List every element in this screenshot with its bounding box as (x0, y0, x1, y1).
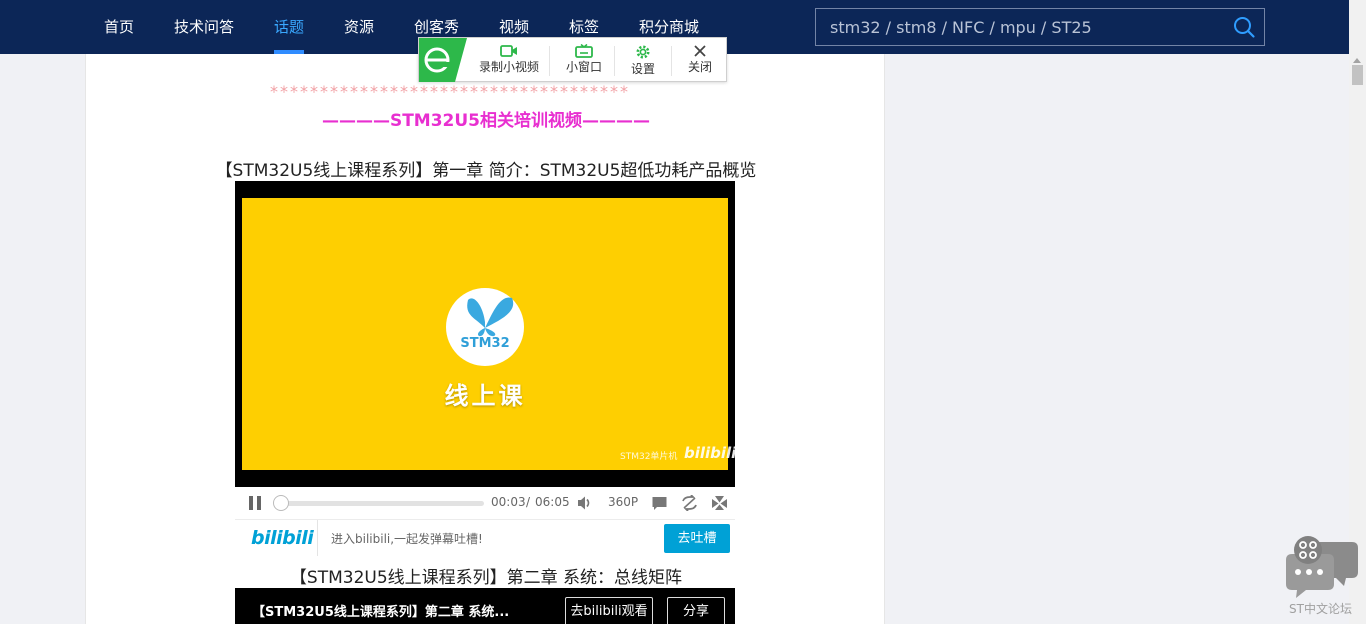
mini-window-button[interactable]: 小窗口 (559, 38, 609, 82)
progress-knob[interactable] (272, 495, 289, 511)
nav-item-topics[interactable]: 话题 (274, 16, 305, 54)
scrollbar-thumb[interactable] (1352, 65, 1363, 85)
chat-bubbles-icon (1286, 536, 1358, 598)
loop-icon[interactable] (681, 495, 698, 511)
nav-item-home[interactable]: 首页 (104, 16, 134, 38)
article-content: ************************************ ———… (85, 54, 885, 624)
video-player-2[interactable]: 【STM32U5线上课程系列】第二章 系统... 去bilibili观看 分享 (235, 588, 735, 624)
forum-chat-label: ST中文论坛 (1289, 602, 1352, 616)
danmaku-icon[interactable] (651, 495, 668, 511)
danmaku-divider (317, 520, 318, 556)
quality-selector[interactable]: 360P (608, 495, 638, 509)
widescreen-icon[interactable] (711, 495, 728, 511)
video-camera-icon (500, 45, 517, 57)
current-time: 00:03 (491, 495, 526, 509)
mini-window-label: 小窗口 (565, 60, 602, 74)
nav-item-tech-qa[interactable]: 技术问答 (174, 16, 234, 38)
bilibili-watermark-logo: bilibili (684, 444, 737, 462)
close-icon (694, 45, 706, 57)
video-player[interactable]: STM32 线上课 STM32单片机 bilibili (235, 181, 736, 487)
video-thumbnail[interactable]: STM32 线上课 STM32单片机 bilibili (242, 198, 736, 470)
video2-player-title: 【STM32U5线上课程系列】第二章 系统... (252, 605, 510, 620)
online-course-label: 线上课 (444, 382, 526, 410)
gear-icon (636, 45, 650, 59)
danmaku-input[interactable]: 进入bilibili,一起发弹幕吐槽! (331, 530, 483, 547)
tv-icon (575, 44, 593, 58)
popup-separator (671, 46, 672, 76)
player-controls: 00:03 / 06:05 360P (235, 487, 735, 519)
settings-button[interactable]: 设置 (623, 38, 663, 82)
channel-watermark: STM32单片机 (620, 452, 678, 462)
pause-icon[interactable] (248, 496, 262, 510)
popup-separator (549, 46, 550, 76)
settings-label: 设置 (630, 62, 655, 76)
progress-bar[interactable] (272, 495, 484, 511)
close-label: 关闭 (687, 60, 712, 74)
volume-icon[interactable] (576, 495, 593, 511)
close-popup-button[interactable]: 关闭 (680, 38, 720, 82)
record-video-label: 录制小视频 (478, 60, 539, 74)
nav-item-points-mall[interactable]: 积分商城 (639, 16, 699, 38)
time-separator: / (526, 495, 531, 509)
butterfly-icon (467, 297, 514, 337)
popup-separator (614, 46, 615, 76)
duration: 06:05 (535, 495, 570, 509)
video1-title: 【STM32U5线上课程系列】第一章 简介：STM32U5超低功耗产品概览 (215, 161, 757, 181)
browser-logo-icon (419, 38, 467, 82)
stm32-logo-text: STM32 (460, 336, 510, 351)
nav-item-videos[interactable]: 视频 (499, 16, 529, 38)
search-input[interactable] (816, 9, 1216, 45)
decorative-stars: ************************************ (270, 82, 630, 101)
danmaku-bar: bilibili 进入bilibili,一起发弹幕吐槽! 去吐槽 (235, 519, 735, 556)
section-title: ————STM32U5相关培训视频———— (321, 111, 651, 131)
nav-item-maker-show[interactable]: 创客秀 (414, 16, 459, 38)
search-icon[interactable] (1232, 15, 1256, 39)
share-button[interactable]: 分享 (667, 597, 725, 624)
watch-on-bilibili-button[interactable]: 去bilibili观看 (565, 597, 653, 624)
nav-item-tags[interactable]: 标签 (569, 16, 599, 38)
video-toolbar-popup: 录制小视频 小窗口 设置 关闭 (418, 37, 727, 82)
record-video-button[interactable]: 录制小视频 (471, 38, 547, 82)
page-scrollbar[interactable] (1349, 0, 1366, 624)
scroll-up-arrow[interactable] (1353, 58, 1361, 63)
nav-item-resources[interactable]: 资源 (344, 16, 374, 38)
forum-chat-widget[interactable]: ST中文论坛 (1282, 534, 1362, 622)
search-box (815, 8, 1265, 46)
stm32-logo: STM32 (446, 288, 524, 366)
bilibili-logo[interactable]: bilibili (251, 527, 314, 549)
danmaku-send-button[interactable]: 去吐槽 (664, 524, 730, 553)
video2-title: 【STM32U5线上课程系列】第二章 系统：总线矩阵 (289, 568, 683, 588)
